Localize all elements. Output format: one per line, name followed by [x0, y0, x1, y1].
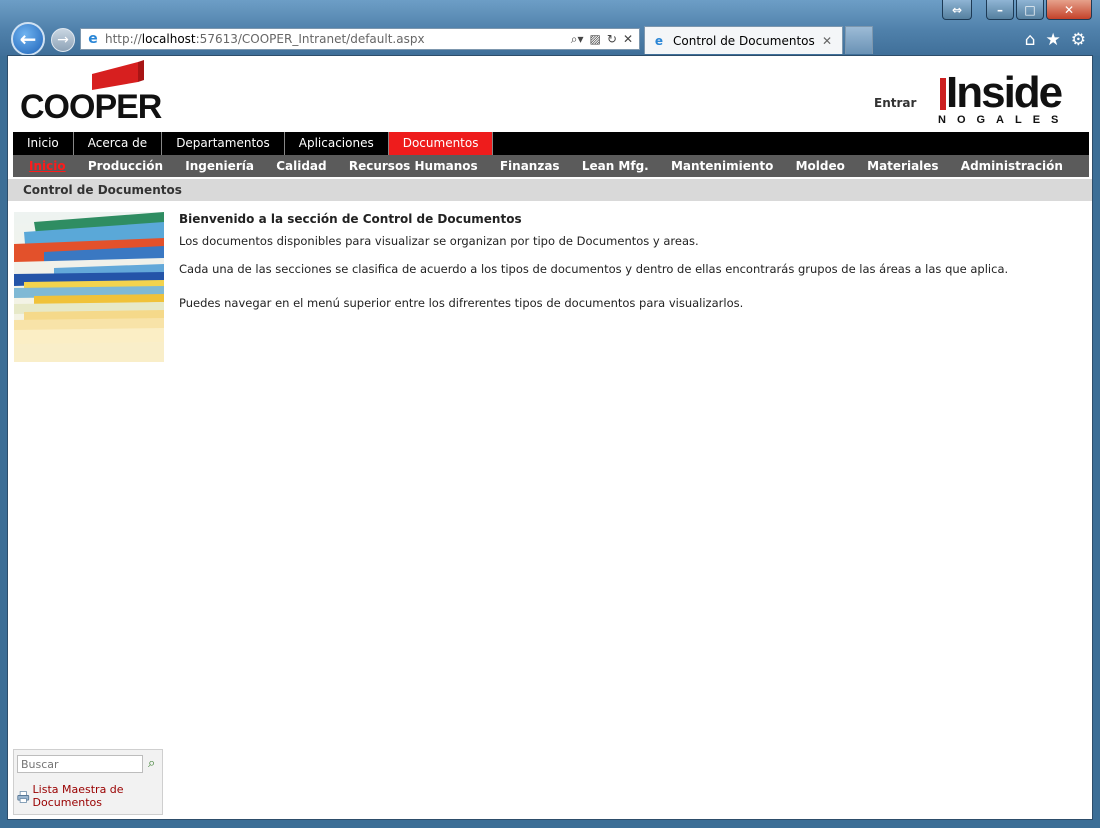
menu-item-aplicaciones[interactable]: Aplicaciones	[285, 132, 389, 155]
compatibility-icon[interactable]: ▨	[590, 32, 601, 47]
close-window-button[interactable]: ✕	[1046, 0, 1092, 20]
submenu-item-moldeo[interactable]: Moldeo	[796, 155, 845, 177]
submenu-item-inicio[interactable]: Inicio	[29, 155, 66, 177]
submenu-item-produccion[interactable]: Producción	[88, 155, 163, 177]
menu-item-inicio[interactable]: Inicio	[13, 132, 74, 155]
main-menu: Inicio Acerca de Departamentos Aplicacio…	[13, 132, 1089, 155]
url-host: localhost	[141, 32, 196, 46]
breadcrumb: Control de Documentos	[8, 179, 1092, 201]
search-icon[interactable]: ⌕▾	[571, 32, 584, 47]
login-link[interactable]: Entrar	[874, 96, 916, 110]
inside-nogales-logo: Inside NOGALES	[938, 68, 1084, 130]
tab-title: Control de Documentos	[673, 33, 815, 48]
cooper-flag-icon	[92, 60, 144, 90]
main-content: Bienvenido a la sección de Control de Do…	[179, 212, 1059, 324]
url-rest: :57613/COOPER_Intranet/default.aspx	[195, 32, 425, 46]
document-folders-image	[14, 212, 164, 362]
cooper-logo-text: COOPER	[20, 88, 162, 126]
site-header: COOPER Entrar Inside NOGALES	[8, 56, 1092, 132]
browser-chrome: ⇔ – □ ✕ ← → e http://localhost:57613/COO…	[0, 0, 1100, 56]
submenu-item-calidad[interactable]: Calidad	[276, 155, 326, 177]
submenu-item-mantenimiento[interactable]: Mantenimiento	[671, 155, 773, 177]
sub-menu: Inicio Producción Ingeniería Calidad Rec…	[13, 155, 1089, 177]
close-icon[interactable]: ✕	[822, 34, 836, 48]
submenu-item-administracion[interactable]: Administración	[961, 155, 1063, 177]
page-viewport: COOPER Entrar Inside NOGALES Inicio Acer…	[7, 55, 1093, 820]
minimize-button[interactable]: –	[986, 0, 1014, 20]
gear-icon[interactable]: ⚙	[1071, 30, 1086, 50]
menu-item-acerca-de[interactable]: Acerca de	[74, 132, 163, 155]
home-icon[interactable]: ⌂	[1025, 30, 1036, 50]
submenu-item-recursos-humanos[interactable]: Recursos Humanos	[349, 155, 478, 177]
window-controls: ⇔ – □ ✕	[942, 0, 1092, 20]
page-title: Bienvenido a la sección de Control de Do…	[179, 212, 522, 226]
stop-icon[interactable]: ✕	[623, 32, 633, 47]
url-prefix: http://	[105, 32, 142, 46]
sections-paragraph: Cada una de las secciones se clasifica d…	[179, 262, 1009, 276]
nogales-logo-text: NOGALES	[938, 114, 1070, 126]
resize-icon[interactable]: ⇔	[942, 0, 972, 20]
search-icon[interactable]: ⌕	[148, 756, 162, 772]
inside-logo-text: Inside	[946, 68, 1063, 117]
ie-logo-icon: e	[654, 33, 664, 48]
address-bar[interactable]: e http://localhost:57613/COOPER_Intranet…	[80, 28, 640, 50]
browser-tab[interactable]: e Control de Documentos ✕	[644, 26, 843, 54]
refresh-icon[interactable]: ↻	[607, 32, 617, 47]
submenu-item-lean-mfg[interactable]: Lean Mfg.	[582, 155, 649, 177]
favorites-star-icon[interactable]: ★	[1046, 30, 1061, 50]
forward-arrow-icon[interactable]: →	[51, 28, 75, 52]
navigation-paragraph: Puedes navegar en el menú superior entre…	[179, 296, 744, 310]
printer-icon	[17, 791, 30, 803]
cooper-logo[interactable]: COOPER	[20, 60, 170, 126]
master-list-link[interactable]: Lista Maestra de Documentos	[33, 783, 161, 809]
new-tab-button[interactable]	[845, 26, 873, 54]
submenu-item-finanzas[interactable]: Finanzas	[500, 155, 560, 177]
menu-item-documentos[interactable]: Documentos	[388, 132, 494, 155]
search-panel: ⌕ Lista Maestra de Documentos	[13, 749, 163, 815]
ie-logo-icon: e	[88, 31, 98, 47]
submenu-item-ingenieria[interactable]: Ingeniería	[185, 155, 254, 177]
folder-stack-icon	[14, 212, 164, 362]
maximize-button[interactable]: □	[1016, 0, 1044, 20]
menu-item-departamentos[interactable]: Departamentos	[162, 132, 285, 155]
submenu-item-materiales[interactable]: Materiales	[867, 155, 938, 177]
master-list-link-row: Lista Maestra de Documentos	[17, 783, 161, 809]
intro-paragraph: Los documentos disponibles para visualiz…	[179, 234, 699, 248]
url-text[interactable]: http://localhost:57613/COOPER_Intranet/d…	[105, 32, 571, 46]
search-input[interactable]	[17, 755, 143, 773]
toolbar-icons: ⌂ ★ ⚙	[1025, 30, 1086, 50]
back-arrow-icon[interactable]: ←	[11, 22, 45, 56]
